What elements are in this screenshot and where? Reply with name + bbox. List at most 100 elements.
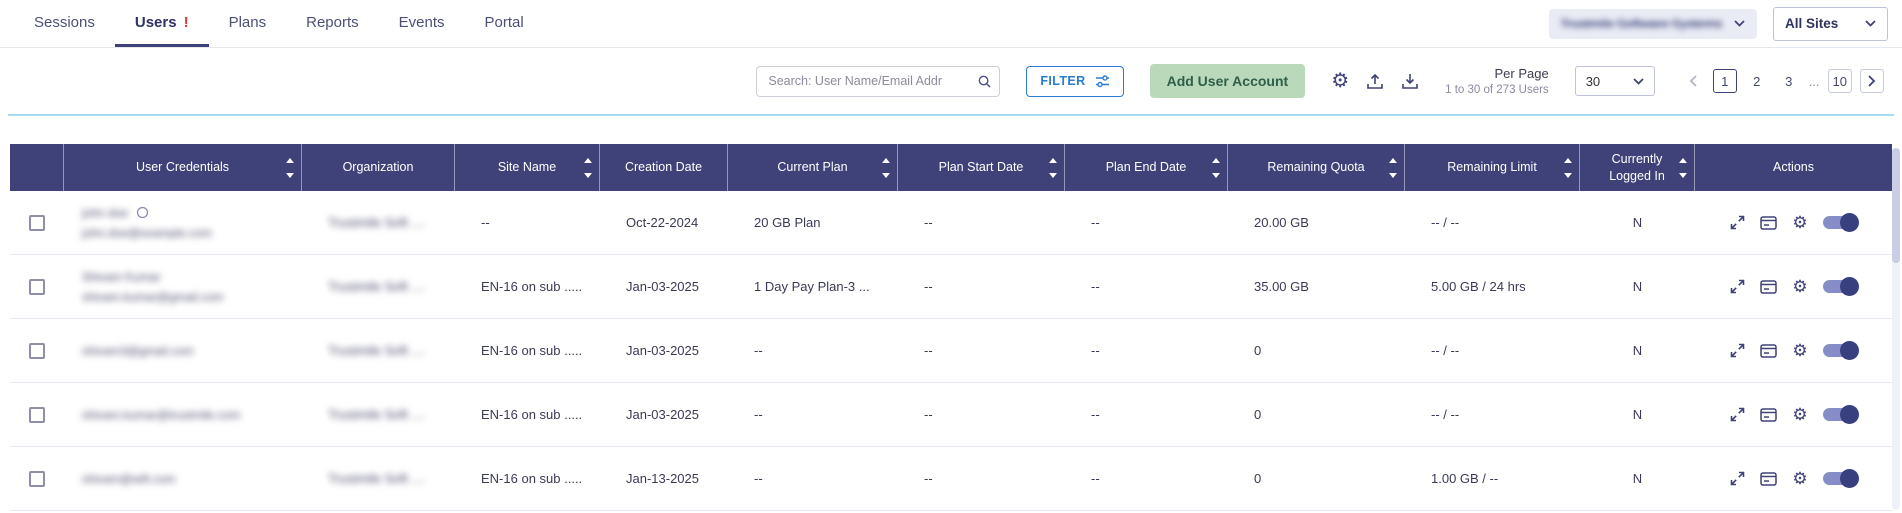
- sort-icon[interactable]: [1389, 144, 1397, 191]
- expand-user-button[interactable]: [1730, 343, 1745, 358]
- header-currently-logged-in[interactable]: Currently Logged In: [1580, 144, 1695, 191]
- current-plan-cell: --: [728, 383, 898, 446]
- search-input[interactable]: [756, 66, 1000, 97]
- plan-end-date-cell: --: [1065, 383, 1228, 446]
- upload-icon: [1366, 72, 1384, 90]
- sort-icon[interactable]: [584, 144, 592, 191]
- next-page-button[interactable]: [1860, 69, 1884, 93]
- tab-events[interactable]: Events: [379, 0, 465, 47]
- user-enabled-toggle[interactable]: [1823, 472, 1857, 485]
- tab-label: Reports: [306, 14, 359, 31]
- table-toolbar: FILTER Add User Account ⚙ Per Page 1 to …: [0, 48, 1902, 114]
- table-header-row: User Credentials Organization Site Name …: [10, 144, 1892, 191]
- sort-icon[interactable]: [882, 144, 890, 191]
- expand-user-button[interactable]: [1730, 215, 1745, 230]
- header-plan-start-date[interactable]: Plan Start Date: [898, 144, 1065, 191]
- row-checkbox[interactable]: [29, 343, 45, 359]
- sort-icon[interactable]: [1564, 144, 1572, 191]
- search-icon[interactable]: [977, 74, 992, 94]
- header-site-name[interactable]: Site Name: [455, 144, 600, 191]
- chevron-down-icon: [1633, 78, 1644, 85]
- plan-card-button[interactable]: [1760, 216, 1777, 230]
- site-name-cell: --: [455, 191, 600, 254]
- toggle-knob: [1840, 277, 1859, 296]
- column-label: Site Name: [498, 159, 556, 175]
- expand-icon: [1730, 279, 1745, 294]
- expand-user-button[interactable]: [1730, 407, 1745, 422]
- page-button-1[interactable]: 1: [1713, 69, 1737, 93]
- download-button[interactable]: [1401, 72, 1419, 90]
- filter-button[interactable]: FILTER: [1026, 66, 1123, 97]
- user-settings-button[interactable]: ⚙: [1792, 470, 1807, 487]
- row-select-cell: [10, 447, 64, 510]
- users-admin-page: Sessions Users ! Plans Reports Events Po…: [0, 0, 1902, 511]
- remaining-quota-cell: 0: [1228, 319, 1405, 382]
- info-circle-icon[interactable]: [136, 206, 149, 219]
- plan-card-button[interactable]: [1760, 280, 1777, 294]
- header-remaining-limit[interactable]: Remaining Limit: [1405, 144, 1580, 191]
- user-enabled-toggle[interactable]: [1823, 408, 1857, 421]
- current-plan-cell: 1 Day Pay Plan-3 ...: [728, 255, 898, 318]
- header-remaining-quota[interactable]: Remaining Quota: [1228, 144, 1405, 191]
- row-checkbox[interactable]: [29, 279, 45, 295]
- add-user-account-button[interactable]: Add User Account: [1150, 64, 1306, 98]
- header-current-plan[interactable]: Current Plan: [728, 144, 898, 191]
- toggle-knob: [1840, 341, 1859, 360]
- vertical-scrollbar[interactable]: [1892, 148, 1900, 510]
- plan-card-button[interactable]: [1760, 344, 1777, 358]
- table-settings-button[interactable]: ⚙: [1331, 71, 1349, 91]
- header-plan-end-date[interactable]: Plan End Date: [1065, 144, 1228, 191]
- tab-plans[interactable]: Plans: [209, 0, 287, 47]
- scrollbar-thumb[interactable]: [1892, 148, 1900, 263]
- user-enabled-toggle[interactable]: [1823, 280, 1857, 293]
- sort-icon[interactable]: [1679, 144, 1687, 191]
- user-enabled-toggle[interactable]: [1823, 216, 1857, 229]
- toggle-knob: [1840, 469, 1859, 488]
- organization-value: Trustmile Soft ....: [328, 343, 426, 358]
- user-enabled-toggle[interactable]: [1823, 344, 1857, 357]
- plan-card-button[interactable]: [1760, 472, 1777, 486]
- user-settings-button[interactable]: ⚙: [1792, 406, 1807, 423]
- organization-value: Trustmile Soft ....: [328, 471, 426, 486]
- row-checkbox[interactable]: [29, 471, 45, 487]
- user-settings-button[interactable]: ⚙: [1792, 278, 1807, 295]
- sort-icon[interactable]: [1049, 144, 1057, 191]
- user-credentials-cell: shivam@wifi.com: [64, 447, 302, 510]
- user-name: john doe: [82, 206, 128, 220]
- user-credentials-cell: shivam3@gmail.com: [64, 319, 302, 382]
- remaining-limit-cell: -- / --: [1405, 319, 1580, 382]
- expand-user-button[interactable]: [1730, 471, 1745, 486]
- expand-user-button[interactable]: [1730, 279, 1745, 294]
- sort-icon[interactable]: [1212, 144, 1220, 191]
- header-selectors: Trustmile Software Systems All Sites: [1549, 0, 1888, 47]
- sort-icon[interactable]: [286, 144, 294, 191]
- tab-label: Plans: [229, 14, 267, 31]
- tab-users[interactable]: Users !: [115, 0, 209, 47]
- all-sites-selector[interactable]: All Sites: [1773, 7, 1888, 41]
- plan-card-button[interactable]: [1760, 408, 1777, 422]
- page-button-last[interactable]: 10: [1828, 69, 1852, 93]
- actions-cell: ⚙: [1695, 383, 1892, 446]
- table-row: shivam@wifi.com Trustmile Soft .... EN-1…: [10, 447, 1892, 511]
- page-button-3[interactable]: 3: [1777, 69, 1801, 93]
- tab-sessions[interactable]: Sessions: [14, 0, 115, 47]
- per-page-selector[interactable]: 30: [1575, 66, 1655, 96]
- tab-reports[interactable]: Reports: [286, 0, 379, 47]
- organization-selector[interactable]: Trustmile Software Systems: [1549, 9, 1757, 39]
- all-sites-selector-value: All Sites: [1785, 16, 1838, 31]
- remaining-limit-cell: 1.00 GB / --: [1405, 447, 1580, 510]
- previous-page-button[interactable]: [1681, 69, 1705, 93]
- page-button-2[interactable]: 2: [1745, 69, 1769, 93]
- row-checkbox[interactable]: [29, 215, 45, 231]
- upload-button[interactable]: [1366, 72, 1384, 90]
- row-checkbox[interactable]: [29, 407, 45, 423]
- user-settings-button[interactable]: ⚙: [1792, 342, 1807, 359]
- user-credentials-cell: Shivam Kumar shivam.kumar@gmail.com: [64, 255, 302, 318]
- column-label: Plan End Date: [1106, 159, 1187, 175]
- header-user-credentials[interactable]: User Credentials: [64, 144, 302, 191]
- user-email: shivam3@gmail.com: [82, 344, 194, 358]
- tab-portal[interactable]: Portal: [465, 0, 544, 47]
- header-creation-date: Creation Date: [600, 144, 728, 191]
- user-settings-button[interactable]: ⚙: [1792, 214, 1807, 231]
- users-table: User Credentials Organization Site Name …: [10, 144, 1892, 511]
